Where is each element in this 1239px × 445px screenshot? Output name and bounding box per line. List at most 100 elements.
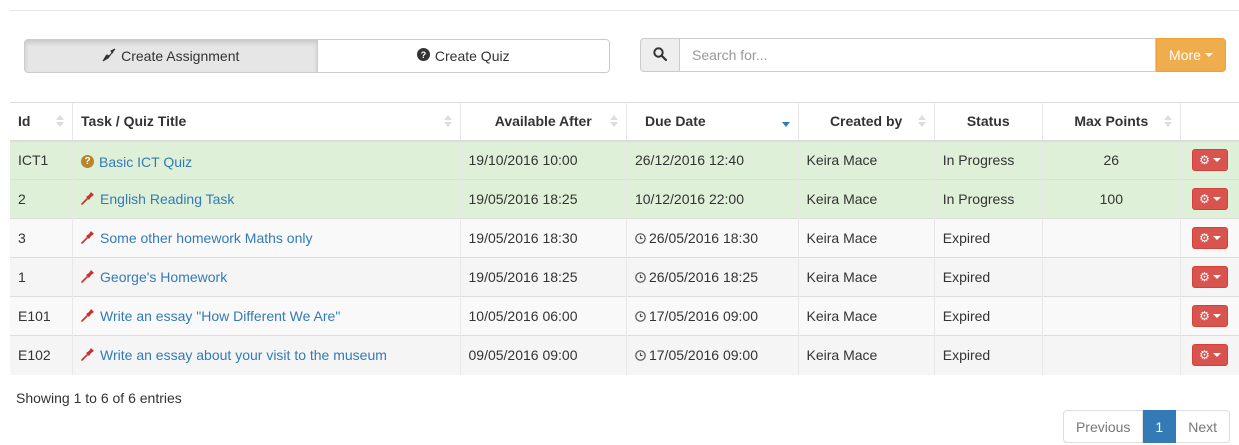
gear-icon: ⚙ — [1199, 231, 1210, 245]
cell-id: 1 — [10, 257, 74, 297]
pushpin-icon — [102, 48, 116, 65]
cell-created-by: Keira Mace — [798, 296, 935, 336]
cell-status: Expired — [934, 257, 1043, 297]
column-header-available-after[interactable]: Available After — [460, 102, 627, 142]
cell-id: E101 — [10, 296, 74, 336]
cell-created-by: Keira Mace — [798, 335, 935, 375]
cell-actions: ⚙ — [1180, 140, 1239, 180]
cell-due-date: 26/05/2016 18:30 — [626, 218, 799, 258]
caret-down-icon — [1212, 236, 1221, 240]
column-header-status[interactable]: Status — [934, 102, 1043, 142]
caret-down-icon — [1212, 275, 1221, 279]
row-actions-button[interactable]: ⚙ — [1192, 188, 1228, 210]
task-title-link[interactable]: Write an essay "How Different We Are" — [81, 308, 340, 325]
cell-max-points — [1042, 296, 1181, 336]
cell-available-after: 19/10/2016 10:00 — [460, 140, 627, 180]
column-header-title[interactable]: Task / Quiz Title — [72, 102, 461, 142]
cell-id: E102 — [10, 335, 74, 375]
column-header-id[interactable]: Id — [10, 102, 74, 142]
caret-down-icon — [1212, 158, 1221, 163]
page-1-button[interactable]: 1 — [1143, 410, 1177, 443]
gear-icon: ⚙ — [1199, 192, 1210, 206]
cell-available-after: 19/05/2016 18:25 — [460, 179, 627, 219]
cell-available-after: 19/05/2016 18:25 — [460, 257, 627, 297]
cell-due-date: 26/05/2016 18:25 — [626, 257, 799, 297]
row-actions-button[interactable]: ⚙ — [1192, 305, 1228, 327]
task-title-link[interactable]: George's Homework — [81, 269, 227, 286]
table-row: E102 Write an essay about your visit to … — [10, 335, 1239, 375]
sort-icon — [56, 115, 65, 128]
search-bar: More — [640, 38, 1226, 72]
row-actions-button[interactable]: ⚙ — [1192, 344, 1228, 367]
row-actions-button[interactable]: ⚙ — [1192, 266, 1228, 288]
table-row: 3 Some other homework Maths only 19/05/2… — [10, 218, 1239, 258]
cell-title: English Reading Task — [72, 179, 461, 219]
cell-created-by: Keira Mace — [798, 257, 935, 297]
cell-status: Expired — [934, 218, 1043, 258]
sort-icon — [443, 115, 452, 128]
row-actions-button[interactable]: ⚙ — [1192, 227, 1228, 249]
clock-icon — [635, 230, 646, 246]
cell-due-date: 10/12/2016 22:00 — [626, 179, 799, 219]
cell-available-after: 09/05/2016 09:00 — [460, 335, 627, 375]
table-header-row: Id Task / Quiz Title Available After Due… — [10, 102, 1239, 142]
next-page-button[interactable]: Next — [1176, 410, 1230, 443]
search-input[interactable] — [680, 38, 1156, 72]
cell-id: ICT1 — [10, 140, 74, 180]
clock-icon — [635, 308, 646, 324]
more-label: More — [1169, 47, 1201, 63]
column-header-actions — [1180, 102, 1239, 142]
question-circle-icon: ? — [416, 48, 430, 64]
column-header-max-points[interactable]: Max Points — [1042, 102, 1181, 142]
sort-desc-icon — [781, 115, 790, 128]
pushpin-icon — [81, 308, 95, 325]
gear-icon: ⚙ — [1199, 153, 1210, 168]
table-row: 2 English Reading Task 19/05/2016 18:25 … — [10, 179, 1239, 219]
cell-available-after: 19/05/2016 18:30 — [460, 218, 627, 258]
caret-down-icon — [1212, 353, 1221, 358]
clock-icon — [635, 347, 646, 363]
cell-id: 2 — [10, 179, 74, 219]
create-assignment-label: Create Assignment — [121, 48, 240, 64]
cell-created-by: Keira Mace — [798, 218, 935, 258]
task-title-link[interactable]: English Reading Task — [81, 191, 234, 208]
caret-down-icon — [1204, 53, 1213, 57]
pushpin-icon — [81, 347, 95, 364]
cell-available-after: 10/05/2016 06:00 — [460, 296, 627, 336]
column-header-created-by[interactable]: Created by — [798, 102, 935, 142]
table-row: 1 George's Homework 19/05/2016 18:25 26/… — [10, 257, 1239, 297]
pushpin-icon — [81, 230, 95, 247]
cell-max-points: 100 — [1042, 179, 1181, 219]
row-actions-button[interactable]: ⚙ — [1192, 149, 1228, 172]
search-button[interactable] — [640, 38, 680, 72]
cell-max-points: 26 — [1042, 140, 1181, 180]
more-dropdown-button[interactable]: More — [1156, 38, 1226, 72]
search-icon — [653, 46, 668, 64]
sort-icon — [917, 115, 926, 128]
cell-title: ? Basic ICT Quiz — [72, 140, 461, 180]
top-divider — [10, 10, 1239, 11]
column-header-due-date[interactable]: Due Date — [626, 102, 799, 142]
cell-actions: ⚙ — [1180, 257, 1239, 297]
cell-title: Some other homework Maths only — [72, 218, 461, 258]
pushpin-icon — [81, 191, 95, 208]
task-title-link[interactable]: Write an essay about your visit to the m… — [81, 347, 387, 364]
cell-due-date: 26/12/2016 12:40 — [626, 140, 799, 180]
cell-actions: ⚙ — [1180, 296, 1239, 336]
cell-id: 3 — [10, 218, 74, 258]
task-title-link[interactable]: Some other homework Maths only — [81, 230, 312, 247]
caret-down-icon — [1212, 314, 1221, 318]
cell-status: In Progress — [934, 179, 1043, 219]
table-info-text: Showing 1 to 6 of 6 entries — [16, 390, 182, 406]
clock-icon — [635, 269, 646, 285]
cell-status: In Progress — [934, 140, 1043, 180]
cell-title: Write an essay about your visit to the m… — [72, 335, 461, 375]
cell-due-date: 17/05/2016 09:00 — [626, 335, 799, 375]
gear-icon: ⚙ — [1199, 348, 1210, 363]
create-quiz-button[interactable]: ? Create Quiz — [317, 39, 610, 73]
caret-down-icon — [1212, 197, 1221, 201]
pushpin-icon — [81, 269, 95, 286]
task-title-link[interactable]: ? Basic ICT Quiz — [81, 154, 192, 170]
create-assignment-button[interactable]: Create Assignment — [24, 39, 318, 73]
previous-page-button[interactable]: Previous — [1062, 410, 1144, 443]
